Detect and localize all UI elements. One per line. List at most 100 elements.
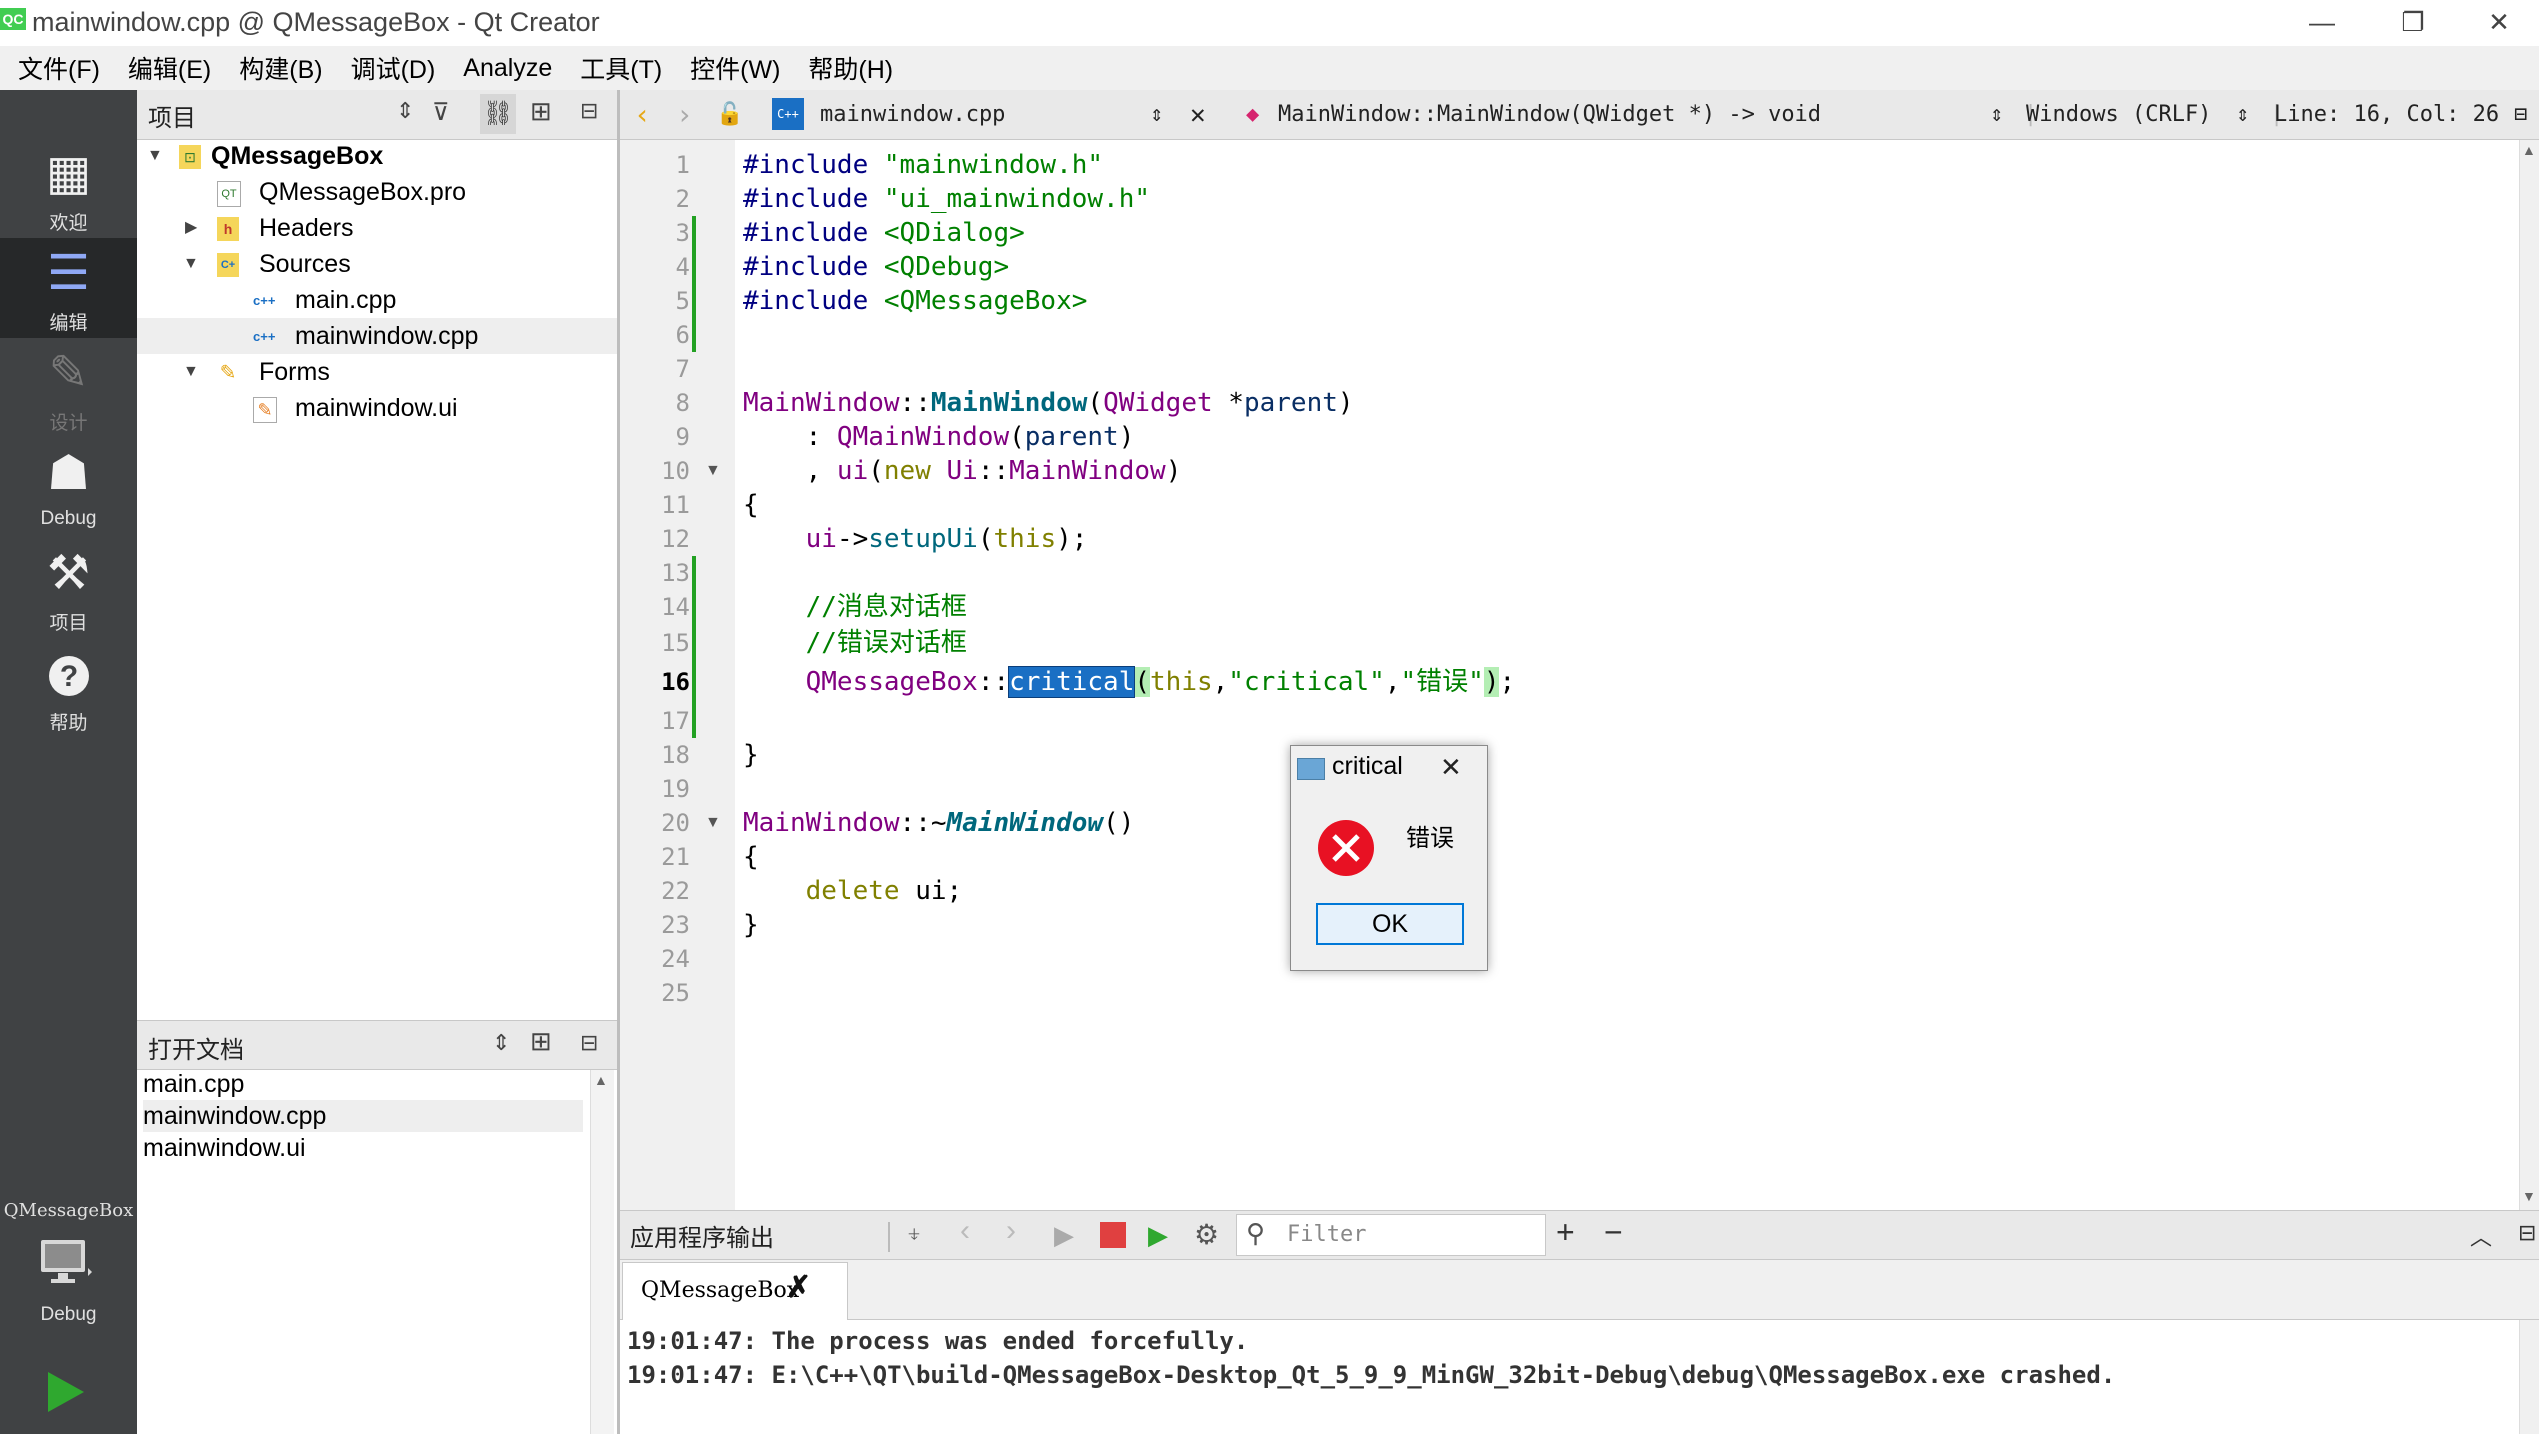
restore-button[interactable]: ❐ [2373,0,2453,46]
qt-project-icon: ⊡ [179,145,201,169]
stop-icon[interactable] [1100,1222,1126,1248]
filter-icon[interactable]: ⊽ [432,98,450,127]
mode-label: 欢迎 [49,213,88,234]
menu-help[interactable]: 帮助(H) [808,50,893,86]
menu-analyze[interactable]: Analyze [463,54,552,83]
rerun-icon[interactable]: ▶ [1054,1220,1074,1251]
cursor-position[interactable]: Line: 16, Col: 26 [2274,98,2499,132]
open-documents-scrollbar[interactable] [590,1070,614,1434]
mode-design[interactable]: ✎ 设计 [0,338,137,438]
code-line-22: delete ui; [805,876,963,906]
line-number: 20 [661,809,690,837]
open-doc-mainwindow-ui[interactable]: mainwindow.ui [143,1132,583,1164]
line-number: 3 [675,219,690,247]
collapsed-arrow-icon[interactable]: ▶ [185,210,197,246]
fold-arrow-icon[interactable]: ▼ [705,806,721,840]
zoom-out-icon[interactable]: − [1604,1214,1623,1251]
line-number: 2 [675,185,690,213]
tree-item-pro-file[interactable]: QT QMessageBox.pro [137,174,617,210]
scroll-up-arrow-icon[interactable]: ▲ [594,1072,608,1088]
navigate-back-icon[interactable]: ‹ [634,98,651,132]
close-tab-icon[interactable]: ✗ [786,1270,811,1305]
tree-item-label: Headers [259,214,354,242]
line-number: 23 [661,911,690,939]
view-selector-icon[interactable]: ⇕ [492,1030,510,1056]
tree-item-mainwindow-ui[interactable]: ✎ mainwindow.ui [137,390,617,426]
symbol-selector-arrow-icon[interactable]: ⇕ [1990,98,2003,132]
navigate-forward-icon[interactable]: › [676,98,693,132]
tree-item-label: main.cpp [295,286,397,314]
fold-arrow-icon[interactable]: ▼ [705,454,721,488]
code-line-23: } [743,910,759,940]
sync-link-icon[interactable]: ⛓ [480,94,516,134]
line-number: 25 [661,979,690,1007]
menu-debug[interactable]: 调试(D) [351,50,436,86]
expanded-arrow-icon[interactable]: ▼ [147,138,163,174]
line-number: 19 [661,775,690,803]
mode-label: 编辑 [49,313,88,334]
close-panel-icon[interactable]: ⊟ [580,1030,598,1056]
output-scrollbar[interactable] [2519,1320,2539,1434]
file-selector-arrow-icon[interactable]: ⇕ [1150,98,1163,132]
editor-scrollbar[interactable] [2519,140,2539,1210]
menu-edit[interactable]: 编辑(E) [128,50,211,86]
view-selector-icon[interactable]: ⇕ [396,98,414,124]
symbol-selector[interactable]: MainWindow::MainWindow(QWidget *) -> voi… [1278,98,1821,132]
menu-tools[interactable]: 工具(T) [580,50,662,86]
line-number: 6 [675,321,690,349]
current-file-name[interactable]: mainwindow.cpp [820,98,1005,132]
tree-item-project-root[interactable]: ▼ ⊡ QMessageBox [137,138,617,174]
ok-button[interactable]: OK [1316,903,1464,945]
message-box-close-icon[interactable]: ✕ [1440,752,1462,783]
output-line: 19:01:47: E:\C++\QT\build-QMessageBox-De… [627,1361,2116,1389]
scroll-down-arrow-icon[interactable]: ▼ [2522,1188,2536,1204]
open-doc-mainwindow-cpp[interactable]: mainwindow.cpp [143,1100,583,1132]
code-line-18: } [743,740,759,770]
debug-run-icon[interactable]: ▶ [1148,1220,1168,1251]
output-pane-title: 应用程序输出 [630,1225,774,1252]
line-ending-arrow-icon[interactable]: ⇕ [2236,98,2249,132]
tree-item-mainwindow-cpp[interactable]: c++ mainwindow.cpp [137,318,617,354]
split-icon[interactable]: ⊞ [530,1026,552,1057]
split-editor-icon[interactable]: ⊟ [2514,98,2527,132]
tree-item-headers[interactable]: ▶ h Headers [137,210,617,246]
mode-edit[interactable]: ☰ 编辑 [0,238,137,338]
mode-welcome[interactable]: ▦ 欢迎 [0,138,137,238]
mode-projects[interactable]: ⚒ 项目 [0,538,137,638]
line-ending-selector[interactable]: Windows (CRLF) [2026,98,2211,132]
minimize-button[interactable]: — [2282,0,2362,46]
previous-icon[interactable]: ‹ [960,1214,970,1248]
settings-gear-icon[interactable]: ⚙ [1194,1218,1219,1251]
header-folder-icon: h [217,217,239,241]
menu-widgets[interactable]: 控件(W) [690,50,780,86]
close-window-button[interactable]: ✕ [2459,0,2539,46]
mode-label: 设计 [49,413,88,434]
open-doc-main-cpp[interactable]: main.cpp [143,1068,583,1100]
menu-build[interactable]: 构建(B) [239,50,322,86]
next-icon[interactable]: › [1006,1214,1016,1248]
menu-file[interactable]: 文件(F) [18,50,100,86]
output-tab-qmessagebox[interactable]: QMessageBox [622,1262,848,1320]
close-file-icon[interactable]: ✕ [1190,98,1206,132]
code-line-2: #include "ui_mainwindow.h" [743,184,1150,214]
close-pane-icon[interactable]: ⊟ [2518,1220,2536,1246]
zoom-in-icon[interactable]: + [1556,1214,1575,1251]
expanded-arrow-icon[interactable]: ▼ [183,246,199,282]
mode-help[interactable]: ? 帮助 [0,638,137,738]
run-button[interactable] [44,1368,88,1416]
tree-item-main-cpp[interactable]: c++ main.cpp [137,282,617,318]
scroll-up-arrow-icon[interactable]: ▲ [2522,142,2536,158]
split-icon[interactable]: ⊞ [530,96,552,127]
mode-debug[interactable]: ☗ Debug [0,438,137,538]
close-panel-icon[interactable]: ⊟ [580,98,598,124]
change-marker [692,556,696,738]
kit-selector-button[interactable] [38,1238,94,1286]
code-line-10: , ui(new Ui::MainWindow) [743,456,1182,486]
code-line-5: #include <QMessageBox> [743,286,1088,316]
tree-item-sources[interactable]: ▼ C+ Sources [137,246,617,282]
expanded-arrow-icon[interactable]: ▼ [183,354,199,390]
tree-item-forms[interactable]: ▼ ✎ Forms [137,354,617,390]
output-filter-input[interactable]: Filter [1236,1214,1546,1256]
attach-icon[interactable]: ⍖ [906,1218,922,1250]
maximize-pane-icon[interactable]: ︿ [2470,1220,2492,1252]
